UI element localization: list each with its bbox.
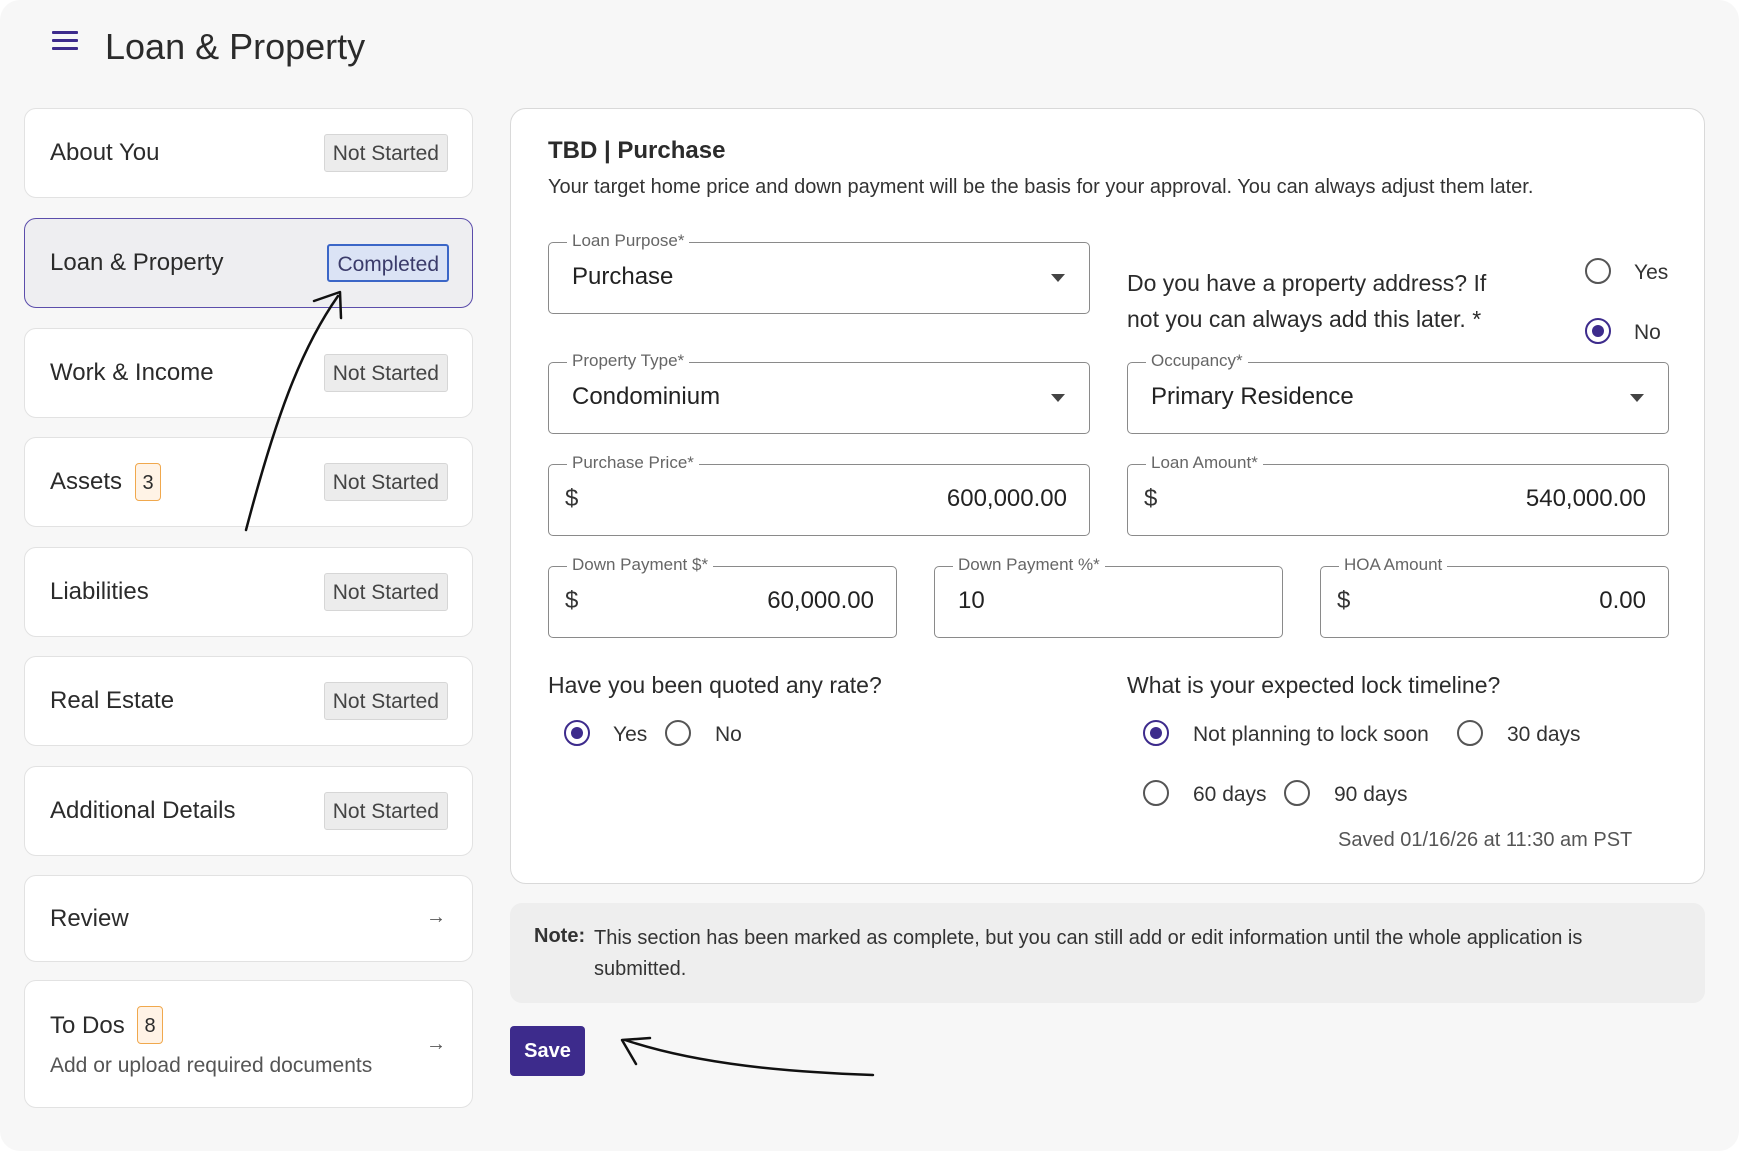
save-button[interactable]: Save (510, 1026, 585, 1076)
down-payment-percent-input[interactable]: Down Payment %* 10 (934, 555, 1283, 638)
field-label: Down Payment $* (567, 555, 714, 575)
sidebar-item-additional-details[interactable]: Additional Details Not Started (24, 766, 473, 856)
currency-symbol: $ (1337, 587, 1351, 614)
status-badge: Not Started (323, 792, 448, 830)
arrow-right-icon: → (426, 1033, 446, 1055)
currency-symbol: $ (565, 485, 579, 512)
field-label: Loan Purpose* (567, 231, 690, 251)
count-badge: 8 (137, 1006, 163, 1044)
sidebar-item-label: Real Estate (50, 687, 175, 714)
field-value: 60,000.00 (767, 587, 874, 614)
currency-symbol: $ (1144, 485, 1158, 512)
hoa-amount-input[interactable]: HOA Amount $ 0.00 (1320, 555, 1669, 638)
chevron-down-icon (1051, 394, 1065, 402)
loan-amount-input[interactable]: Loan Amount* $ 540,000.00 (1127, 453, 1669, 536)
field-label: Occupancy* (1146, 351, 1248, 371)
property-address-no-radio[interactable] (1585, 318, 1611, 344)
sidebar-item-review[interactable]: Review → (24, 875, 473, 962)
lock-90-days-radio[interactable] (1284, 780, 1310, 806)
sidebar-item-work-income[interactable]: Work & Income Not Started (24, 328, 473, 418)
status-badge: Not Started (323, 573, 448, 611)
form-title: TBD | Purchase (548, 137, 726, 164)
status-badge: Not Started (323, 682, 448, 720)
sidebar-item-label: Liabilities (50, 578, 149, 605)
radio-label: Yes (1634, 261, 1669, 284)
property-address-yes-radio[interactable] (1585, 258, 1611, 284)
radio-label: No (715, 723, 742, 746)
status-badge: Not Started (323, 134, 448, 172)
purchase-price-input[interactable]: Purchase Price* $ 600,000.00 (548, 453, 1090, 536)
rate-question: Have you been quoted any rate? (548, 672, 882, 698)
radio-label: 30 days (1507, 723, 1581, 746)
sidebar-item-label: Assets (50, 468, 123, 495)
field-label: Down Payment %* (953, 555, 1105, 575)
field-value: Condominium (572, 383, 721, 410)
field-label: HOA Amount (1339, 555, 1448, 575)
sidebar-item-label: Loan & Property (50, 249, 224, 276)
field-value: 540,000.00 (1525, 485, 1646, 512)
saved-timestamp: Saved 01/16/26 at 11:30 am PST (1338, 829, 1633, 851)
field-label: Property Type* (567, 351, 690, 371)
sidebar-item-about-you[interactable]: About You Not Started (24, 108, 473, 198)
field-value: Purchase (572, 263, 674, 290)
hamburger-menu-icon[interactable] (52, 31, 78, 53)
status-badge: Not Started (323, 354, 448, 392)
lock-not-planning-radio[interactable] (1143, 720, 1169, 746)
sidebar-item-liabilities[interactable]: Liabilities Not Started (24, 547, 473, 637)
radio-label: 90 days (1334, 783, 1408, 806)
count-badge: 3 (135, 463, 161, 501)
loan-purpose-select[interactable]: Loan Purpose* Purchase (548, 231, 1090, 314)
sidebar-item-label: About You (50, 139, 160, 166)
form-description: Your target home price and down payment … (548, 176, 1534, 198)
sidebar-item-label: Work & Income (50, 359, 214, 386)
sidebar-item-label: Additional Details (50, 797, 236, 824)
radio-label: 60 days (1193, 783, 1267, 806)
page-title: Loan & Property (105, 26, 366, 67)
field-label: Loan Amount* (1146, 453, 1263, 473)
status-badge: Not Started (323, 463, 448, 501)
property-type-select[interactable]: Property Type* Condominium (548, 351, 1090, 434)
note-banner: Note: This section has been marked as co… (510, 903, 1705, 1003)
sidebar-item-to-dos[interactable]: To Dos 8 Add or upload required document… (24, 980, 473, 1108)
sidebar-item-label: To Dos (50, 1012, 125, 1039)
radio-label: Not planning to lock soon (1193, 723, 1429, 746)
field-value: 0.00 (1599, 587, 1646, 614)
radio-label: Yes (613, 723, 648, 746)
arrow-right-icon: → (426, 906, 446, 928)
occupancy-select[interactable]: Occupancy* Primary Residence (1127, 351, 1669, 434)
down-payment-amount-input[interactable]: Down Payment $* $ 60,000.00 (548, 555, 897, 638)
rate-no-radio[interactable] (665, 720, 691, 746)
field-value: 10 (958, 587, 985, 614)
field-label: Purchase Price* (567, 453, 699, 473)
sidebar-item-assets[interactable]: Assets 3 Not Started (24, 437, 473, 527)
field-value: 600,000.00 (946, 485, 1067, 512)
sidebar-item-real-estate[interactable]: Real Estate Not Started (24, 656, 473, 746)
status-badge: Completed (327, 244, 449, 282)
rate-yes-radio[interactable] (564, 720, 590, 746)
property-address-question: Do you have a property address? If not y… (1127, 270, 1487, 332)
lock-timeline-question: What is your expected lock timeline? (1127, 672, 1501, 698)
to-dos-subtitle: Add or upload required documents (50, 1054, 373, 1077)
chevron-down-icon (1630, 394, 1644, 402)
currency-symbol: $ (565, 587, 579, 614)
sidebar-item-label: Review (50, 905, 129, 932)
lock-30-days-radio[interactable] (1457, 720, 1483, 746)
note-text: This section has been marked as complete… (594, 927, 1583, 980)
lock-60-days-radio[interactable] (1143, 780, 1169, 806)
chevron-down-icon (1051, 274, 1065, 282)
sidebar-item-loan-property[interactable]: Loan & Property Completed (24, 218, 473, 308)
app-frame: Loan & Property About You Not Started Lo… (0, 0, 1739, 1151)
note-label: Note: (534, 925, 586, 947)
field-value: Primary Residence (1151, 383, 1354, 410)
radio-label: No (1634, 321, 1661, 344)
arrow-to-save-button (620, 1036, 875, 1077)
